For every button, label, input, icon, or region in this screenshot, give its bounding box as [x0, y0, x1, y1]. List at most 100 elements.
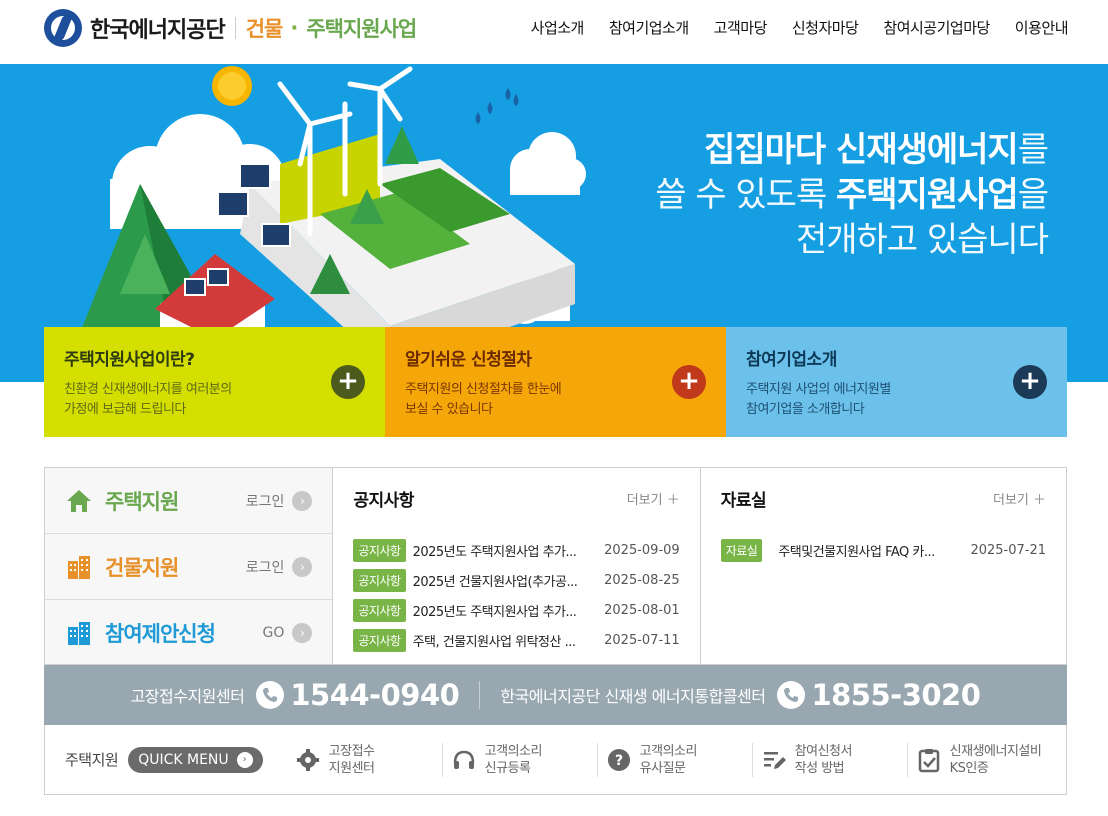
card-housing-support-intro[interactable]: 주택지원사업이란? 친환경 신재생에너지를 여러분의 가정에 보급해 드립니다 …	[44, 327, 385, 437]
card-desc-line: 주택지원 사업의 에너지원별	[746, 382, 891, 397]
quick-menu-item-line: 고장접수	[328, 743, 375, 759]
card-desc-line: 보실 수 있습니다	[405, 402, 493, 417]
nav-item-customer[interactable]: 고객마당	[714, 17, 768, 38]
quick-menu-item-line: 고객의소리	[639, 743, 698, 759]
hero-line1-light: 를	[1017, 130, 1049, 170]
category-tag: 자료실	[720, 538, 763, 562]
info-panel: 주택지원 로그인 › 건물지원 로그인 › 참여제안신청 GO › 공지사항 더…	[44, 467, 1067, 665]
hero-line2-light: 쓸 수 있도록	[655, 175, 837, 215]
quick-menu-item-line: 지원센터	[328, 760, 375, 776]
post-title[interactable]: 2025년 건물지원사업(추가공...	[413, 571, 597, 590]
phone-number-integrated[interactable]: 1855-3020	[811, 678, 980, 712]
call-center-bar: 고장접수지원센터 1544-0940 한국에너지공단 신재생 에너지통합콜센터 …	[44, 665, 1067, 725]
quick-go-link[interactable]: GO	[263, 625, 285, 641]
card-participating-companies[interactable]: 참여기업소개 주택지원 사업의 에너지원별 참여기업을 소개합니다 +	[726, 327, 1067, 437]
archive-list: 자료실 주택및건물지원사업 FAQ 카... 2025-07-21	[720, 535, 1046, 565]
building-icon	[68, 555, 90, 579]
plus-icon[interactable]: +	[1013, 365, 1047, 399]
category-tag: 공지사항	[353, 598, 406, 622]
quick-menu-item-voc-faq[interactable]: ? 고객의소리 유사질문	[596, 742, 752, 777]
card-application-procedure[interactable]: 알기쉬운 신청절차 주택지원의 신청절차를 한눈에 보실 수 있습니다 +	[385, 327, 726, 437]
headset-icon	[453, 750, 474, 769]
service-name-building: 건물	[245, 17, 284, 41]
sun-icon	[212, 66, 252, 106]
quick-menu-item-line: 유사질문	[639, 760, 686, 776]
chevron-right-icon[interactable]: ›	[292, 556, 313, 577]
notice-list: 공지사항 2025년도 주택지원사업 추가... 2025-09-09 공지사항…	[353, 535, 680, 655]
post-title[interactable]: 주택, 건물지원사업 위탁정산 ...	[413, 631, 597, 650]
card-title: 알기쉬운 신청절차	[405, 350, 532, 370]
notice-more-link[interactable]: 더보기 ＋	[627, 489, 680, 508]
archive-more-link[interactable]: 더보기 ＋	[993, 489, 1046, 508]
house-icon	[67, 489, 91, 512]
list-item[interactable]: 공지사항 2025년도 주택지원사업 추가... 2025-09-09	[353, 535, 680, 565]
quick-menu-item-application-guide[interactable]: 참여신청서 작성 방법	[751, 742, 907, 777]
notice-board: 공지사항 더보기 ＋ 공지사항 2025년도 주택지원사업 추가... 2025…	[333, 468, 699, 664]
chevron-right-icon[interactable]: ›	[292, 490, 313, 511]
quick-row-proposal[interactable]: 참여제안신청 GO ›	[45, 600, 332, 666]
phone-number-repair[interactable]: 1544-0940	[290, 678, 459, 712]
category-tag: 공지사항	[353, 628, 406, 652]
office-building-icon	[68, 622, 90, 645]
post-title[interactable]: 2025년도 주택지원사업 추가...	[413, 541, 597, 560]
list-item[interactable]: 자료실 주택및건물지원사업 FAQ 카... 2025-07-21	[720, 535, 1046, 565]
list-item[interactable]: 공지사항 2025년도 주택지원사업 추가... 2025-08-01	[353, 595, 680, 625]
quick-label: 참여제안신청	[105, 622, 216, 646]
card-desc-line: 친환경 신재생에너지를 여러분의	[64, 382, 232, 397]
card-title: 주택지원사업이란?	[64, 350, 195, 370]
quick-row-building[interactable]: 건물지원 로그인 ›	[45, 534, 333, 600]
site-logo[interactable]: 한국에너지공단 건물 · 주택지원사업	[44, 9, 417, 47]
quick-label: 건물지원	[105, 555, 179, 580]
post-title[interactable]: 2025년도 주택지원사업 추가...	[413, 601, 597, 620]
quick-menu-item-line: 고객의소리	[484, 743, 543, 759]
main-nav: 사업소개 참여기업소개 고객마당 신청자마당 참여시공기업마당 이용안내	[531, 17, 1069, 38]
card-desc-line: 주택지원의 신청절차를 한눈에	[405, 382, 562, 397]
hero-headline: 집집마다 신재생에너지를 쓸 수 있도록 주택지원사업을 전개하고 있습니다	[655, 128, 1049, 263]
post-title[interactable]: 주택및건물지원사업 FAQ 카...	[778, 541, 962, 560]
quick-menu-item-ks-cert[interactable]: 신재생에너지설비 KS인증	[906, 742, 1062, 777]
nav-item-contractor[interactable]: 참여시공기업마당	[883, 17, 990, 38]
feature-cards: 주택지원사업이란? 친환경 신재생에너지를 여러분의 가정에 보급해 드립니다 …	[44, 327, 1067, 437]
pencil-list-icon	[763, 751, 786, 769]
chevron-right-icon: ›	[236, 751, 253, 768]
quick-menu-item-line: 신규등록	[484, 760, 531, 776]
quick-menu-label: 주택지원	[65, 751, 119, 769]
quick-login-link[interactable]: 로그인	[246, 491, 285, 511]
quick-menu-item-voc-register[interactable]: 고객의소리 신규등록	[441, 742, 597, 777]
card-desc-line: 참여기업을 소개합니다	[746, 402, 865, 417]
phone-icon	[777, 681, 806, 709]
logo-divider	[234, 17, 236, 39]
clipboard-check-icon	[918, 748, 939, 772]
quick-menu-item-line: 신재생에너지설비	[949, 743, 1042, 759]
quick-menu-items: 고장접수 지원센터 고객의소리 신규등록 ? 고객의소리 유사질문 참여신청서 작성 방…	[287, 742, 1062, 777]
call-center-label-integrated: 한국에너지공단 신재생 에너지통합콜센터	[500, 687, 766, 706]
plus-icon[interactable]: +	[672, 365, 706, 399]
list-item[interactable]: 공지사항 2025년 건물지원사업(추가공... 2025-08-25	[353, 565, 680, 595]
chevron-right-icon[interactable]: ›	[292, 623, 313, 643]
post-date: 2025-07-11	[604, 632, 680, 648]
plus-icon[interactable]: +	[331, 365, 365, 399]
gear-icon	[296, 748, 319, 771]
card-desc-line: 가정에 보급해 드립니다	[64, 402, 186, 417]
quick-menu-item-line: 작성 방법	[794, 760, 845, 776]
kea-logo-icon	[44, 9, 82, 47]
post-date: 2025-08-01	[604, 602, 680, 618]
service-name-dot: ·	[290, 16, 299, 40]
nav-item-applicant[interactable]: 신청자마당	[792, 17, 859, 38]
quick-login-list: 주택지원 로그인 › 건물지원 로그인 › 참여제안신청 GO ›	[45, 468, 334, 666]
site-header: 한국에너지공단 건물 · 주택지원사업 사업소개 참여기업소개 고객마당 신청자…	[0, 0, 1108, 64]
quick-login-link[interactable]: 로그인	[246, 557, 285, 577]
svg-text:?: ?	[615, 753, 623, 769]
hero-line2-bold: 주택지원사업	[836, 175, 1019, 215]
list-item[interactable]: 공지사항 주택, 건물지원사업 위탁정산 ... 2025-07-11	[353, 625, 680, 655]
category-tag: 공지사항	[353, 568, 406, 592]
post-date: 2025-09-09	[604, 542, 680, 558]
nav-item-business-intro[interactable]: 사업소개	[531, 17, 585, 38]
post-date: 2025-08-25	[604, 572, 680, 588]
quick-menu-button[interactable]: QUICK MENU ›	[128, 746, 263, 773]
nav-item-companies[interactable]: 참여기업소개	[609, 17, 689, 38]
nav-item-guide[interactable]: 이용안내	[1015, 17, 1069, 38]
quick-label: 주택지원	[105, 489, 179, 514]
quick-row-housing[interactable]: 주택지원 로그인 ›	[45, 468, 333, 534]
quick-menu-item-repair-center[interactable]: 고장접수 지원센터	[287, 743, 442, 777]
